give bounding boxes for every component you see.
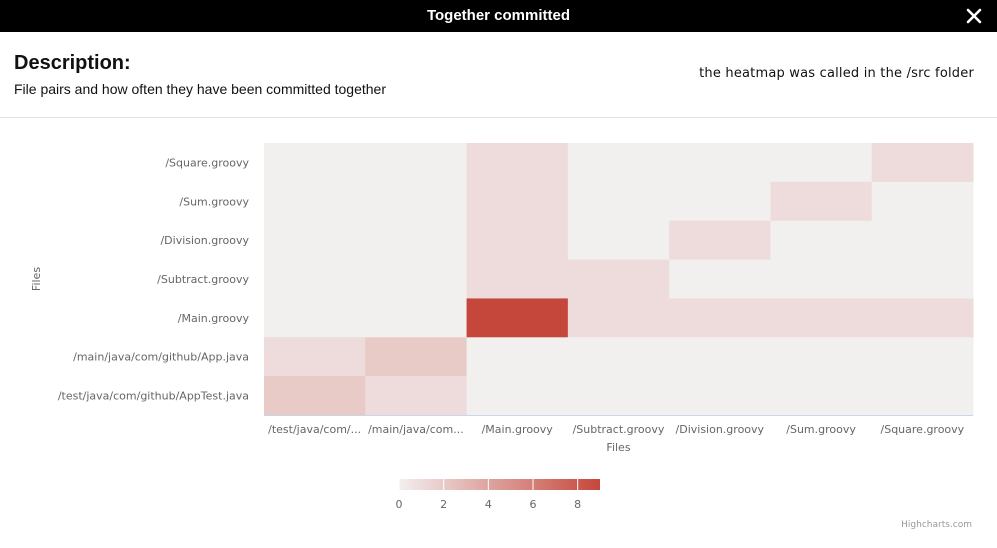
heatmap-cell[interactable] <box>264 220 366 261</box>
y-tick-label: /Sum.groovy <box>179 195 249 208</box>
heatmap-cell[interactable] <box>264 376 366 416</box>
heatmap-cell[interactable] <box>365 143 468 183</box>
heatmap-cell[interactable] <box>669 298 771 338</box>
heatmap-cell[interactable] <box>567 376 670 416</box>
heatmap-cell[interactable] <box>466 376 569 416</box>
heatmap-cell[interactable] <box>466 181 569 222</box>
heatmap-cell[interactable] <box>365 181 468 222</box>
heatmap-cell[interactable] <box>871 220 974 261</box>
x-tick-label: /Square.groovy <box>881 423 965 436</box>
heatmap-cell[interactable] <box>669 181 771 222</box>
heatmap-cell[interactable] <box>264 298 366 338</box>
folder-note: the heatmap was called in the /src folde… <box>699 66 974 81</box>
y-tick-label: /main/java/com/github/App.java <box>73 351 249 364</box>
heatmap-cell[interactable] <box>365 259 468 299</box>
y-tick-label: /Square.groovy <box>165 156 249 169</box>
heatmap-cell[interactable] <box>669 259 771 299</box>
heatmap-cell[interactable] <box>264 181 366 222</box>
heatmap-cell[interactable] <box>871 337 974 377</box>
x-tick-label: /main/java/com... <box>368 423 464 436</box>
heatmap-cell[interactable] <box>365 220 468 261</box>
heatmap-cell[interactable] <box>466 259 569 299</box>
description-text: File pairs and how often they have been … <box>14 81 386 97</box>
heatmap-cell[interactable] <box>264 259 366 299</box>
x-tick-label: /Main.groovy <box>482 423 554 436</box>
color-axis-tick-label: 6 <box>530 498 537 511</box>
heatmap-cell[interactable] <box>770 337 873 377</box>
color-axis-tick-label: 2 <box>440 498 447 511</box>
heatmap-cell[interactable] <box>567 220 670 261</box>
heatmap-cell[interactable] <box>871 298 974 338</box>
heatmap-cell[interactable] <box>669 337 771 377</box>
y-tick-label: /Main.groovy <box>178 312 250 325</box>
color-axis-tick-label: 4 <box>485 498 492 511</box>
heatmap-cell[interactable] <box>567 143 670 183</box>
x-tick-label: /Division.groovy <box>676 423 765 436</box>
heatmap-cell[interactable] <box>264 337 366 377</box>
heatmap-cell[interactable] <box>365 337 468 377</box>
heatmap-cell[interactable] <box>770 376 873 416</box>
dialog-header: Together committed <box>0 0 997 32</box>
heatmap-cell[interactable] <box>770 259 873 299</box>
color-axis-tick-label: 8 <box>574 498 581 511</box>
heatmap-cell[interactable] <box>871 143 974 183</box>
heatmap-cell[interactable] <box>567 298 670 338</box>
y-tick-label: /Division.groovy <box>160 234 249 247</box>
color-axis-bar <box>399 479 600 490</box>
heatmap-cell[interactable] <box>466 337 569 377</box>
heatmap-cell[interactable] <box>567 337 670 377</box>
color-axis-tick-label: 0 <box>396 498 403 511</box>
x-tick-label: /Sum.groovy <box>786 423 856 436</box>
heatmap-cell[interactable] <box>466 220 569 261</box>
heatmap-cell[interactable] <box>264 143 366 183</box>
heatmap-cell[interactable] <box>770 181 873 222</box>
x-tick-label: /test/java/com/... <box>268 423 361 436</box>
y-axis-title: Files <box>30 267 43 291</box>
heatmap-cell[interactable] <box>567 181 670 222</box>
close-icon[interactable] <box>963 5 985 27</box>
heatmap-cell[interactable] <box>466 298 569 338</box>
description-heading: Description: <box>14 52 131 74</box>
heatmap-cell[interactable] <box>871 376 974 416</box>
heatmap-cell[interactable] <box>669 220 771 261</box>
heatmap-cell[interactable] <box>669 143 771 183</box>
heatmap-cell[interactable] <box>365 298 468 338</box>
y-tick-label: /Subtract.groovy <box>157 273 249 286</box>
heatmap-cell[interactable] <box>871 259 974 299</box>
heatmap-cell[interactable] <box>871 181 974 222</box>
highcharts-credits[interactable]: Highcharts.com <box>901 520 972 530</box>
x-tick-label: /Subtract.groovy <box>573 423 665 436</box>
y-tick-label: /test/java/com/github/AppTest.java <box>58 390 249 403</box>
heatmap-cell[interactable] <box>466 143 569 183</box>
dialog-title: Together committed <box>426 7 571 24</box>
heatmap-cell[interactable] <box>567 259 670 299</box>
heatmap-cell[interactable] <box>770 220 873 261</box>
heatmap-cell[interactable] <box>770 298 873 338</box>
heatmap-cell[interactable] <box>770 143 873 183</box>
heatmap-chart: /test/java/com/... /main/java/com... /Main… <box>30 143 974 511</box>
x-axis-title: Files <box>606 441 630 454</box>
heatmap-cell[interactable] <box>365 376 468 416</box>
heatmap-cell[interactable] <box>669 376 771 416</box>
